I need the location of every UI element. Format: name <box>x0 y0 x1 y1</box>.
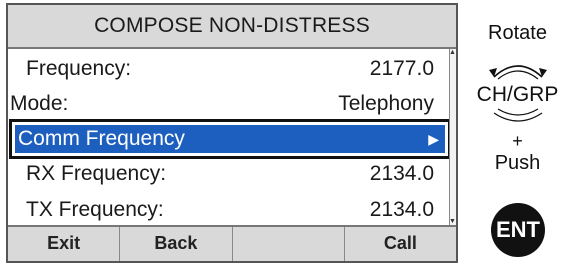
scroll-up-icon: ▲ <box>449 49 456 56</box>
selection-frame: Comm Frequency ▶ <box>9 119 451 159</box>
row-value: 2134.0 <box>369 198 434 221</box>
row-comm-frequency-selected[interactable]: Comm Frequency ▶ <box>15 125 445 153</box>
row-label: Frequency: <box>26 57 132 80</box>
row-tx-frequency[interactable]: TX Frequency: 2134.0 <box>26 191 434 229</box>
screen-title: COMPOSE NON-DISTRESS <box>8 5 456 49</box>
softkey-call[interactable]: Call <box>345 227 456 261</box>
knob-label: CH/GRP <box>476 83 559 106</box>
control-legend: Rotate CH/GRP + Push ENT <box>470 0 565 270</box>
push-label: Push <box>494 152 541 174</box>
row-label: Mode: <box>10 92 69 115</box>
plus-label: + <box>512 131 523 151</box>
scrollbar[interactable]: ▲ ▼ <box>449 49 456 225</box>
scroll-down-icon: ▼ <box>449 218 456 225</box>
row-rx-frequency[interactable]: RX Frequency: 2134.0 <box>26 155 434 193</box>
rotate-label: Rotate <box>488 22 547 44</box>
lcd-screen: COMPOSE NON-DISTRESS Frequency: 2177.0 M… <box>6 3 458 263</box>
row-value: Telephony <box>338 92 434 115</box>
row-value: 2177.0 <box>369 57 434 80</box>
row-label: TX Frequency: <box>26 198 164 221</box>
softkey-exit[interactable]: Exit <box>8 227 121 261</box>
row-value: 2134.0 <box>369 162 434 185</box>
softkey-bar: Exit Back Call <box>8 225 456 261</box>
ent-button-icon[interactable]: ENT <box>491 203 545 257</box>
softkey-back[interactable]: Back <box>120 227 233 261</box>
row-mode[interactable]: Mode: Telephony <box>10 85 434 123</box>
submenu-arrow-icon: ▶ <box>428 131 439 147</box>
row-label: RX Frequency: <box>26 162 167 185</box>
softkey-blank[interactable] <box>233 227 345 261</box>
row-label: Comm Frequency <box>18 127 185 150</box>
row-frequency[interactable]: Frequency: 2177.0 <box>26 50 434 88</box>
